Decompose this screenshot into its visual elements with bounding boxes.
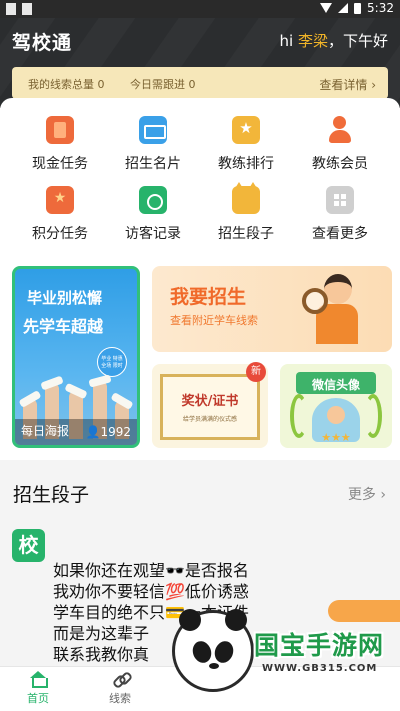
- grid-item-coach-ranking[interactable]: 教练排行: [196, 116, 296, 173]
- magnifier-man-illustration: [302, 274, 362, 344]
- tab-leads[interactable]: 线索: [90, 671, 150, 706]
- poster-headline: 毕业别松懈: [27, 289, 103, 307]
- status-bar: 5:32: [0, 0, 400, 18]
- watermark-text: 国宝手游网: [254, 631, 385, 660]
- trophy-icon: [232, 116, 260, 144]
- daily-poster-banner[interactable]: 毕业别松懈 先学车超越 毕业 特惠 全场 限时 每日海报 👤1992: [12, 266, 140, 448]
- view-details-link[interactable]: 查看详情 ›: [319, 76, 376, 93]
- star-rating: ★★★: [321, 431, 351, 444]
- wechat-avatar-banner[interactable]: 微信头像 ★★★: [280, 364, 392, 448]
- grid-item-recruit-jokes[interactable]: 招生段子: [196, 182, 296, 243]
- grid-item-points-task[interactable]: 积分任务: [10, 186, 110, 243]
- poster-view-count: 👤1992: [85, 425, 131, 439]
- cash-task-icon: [46, 116, 74, 144]
- grid-item-business-card[interactable]: 招生名片: [103, 116, 203, 173]
- fox-joke-icon: [232, 182, 260, 214]
- school-logo: 校: [12, 529, 45, 562]
- status-time: 5:32: [367, 1, 394, 15]
- points-task-icon: [46, 186, 74, 214]
- recruit-subtitle: 查看附近学车线索: [170, 314, 258, 327]
- user-name: 李梁: [297, 32, 328, 50]
- greeting: hi 李梁，下午好: [279, 32, 388, 50]
- watermark-url: WWW.GB315.COM: [262, 663, 378, 674]
- lead-today: 今日需跟进 0: [130, 78, 196, 91]
- certificate-subtitle: 给学员满满的仪式感: [182, 416, 237, 423]
- wifi-icon: [320, 3, 333, 13]
- lead-summary-bar: 我的线索总量 0 今日需跟进 0 查看详情 ›: [12, 67, 388, 99]
- section-more-link[interactable]: 更多 ›: [348, 484, 386, 504]
- app-title: 驾校通: [12, 32, 73, 54]
- coach-member-icon: [326, 116, 354, 144]
- recruit-title: 我要招生: [170, 286, 247, 308]
- header: 驾校通 hi 李梁，下午好 我的线索总量 0 今日需跟进 0 查看详情 ›: [0, 18, 400, 108]
- battery-icon: [354, 2, 362, 14]
- link-icon: [111, 671, 129, 687]
- recruit-banner[interactable]: 我要招生 查看附近学车线索: [152, 266, 392, 352]
- notification-icon: [22, 3, 32, 15]
- visitor-record-icon: [139, 186, 167, 214]
- lead-total: 我的线索总量 0: [28, 78, 105, 91]
- signal-icon: [338, 3, 349, 13]
- notification-icon: [6, 3, 16, 15]
- avatar-title: 微信头像: [311, 378, 360, 392]
- more-grid-icon: [326, 186, 354, 214]
- section-title: 招生段子: [13, 484, 90, 506]
- grid-item-view-more[interactable]: 查看更多: [290, 186, 390, 243]
- grid-item-visitor-record[interactable]: 访客记录: [103, 186, 203, 243]
- grid-item-cash-task[interactable]: 现金任务: [10, 116, 110, 173]
- tab-home[interactable]: 首页: [8, 671, 68, 706]
- poster-subheadline: 先学车超越: [23, 317, 104, 336]
- panda-watermark-logo: [172, 609, 254, 692]
- grid-item-coach-member[interactable]: 教练会员: [290, 116, 390, 173]
- daily-poster-label: 每日海报: [21, 424, 70, 438]
- floating-tag[interactable]: [328, 600, 400, 622]
- certificate-title: 奖状/证书: [181, 394, 239, 409]
- home-icon: [29, 671, 48, 688]
- business-card-icon: [139, 116, 167, 144]
- new-badge: 新: [246, 362, 266, 382]
